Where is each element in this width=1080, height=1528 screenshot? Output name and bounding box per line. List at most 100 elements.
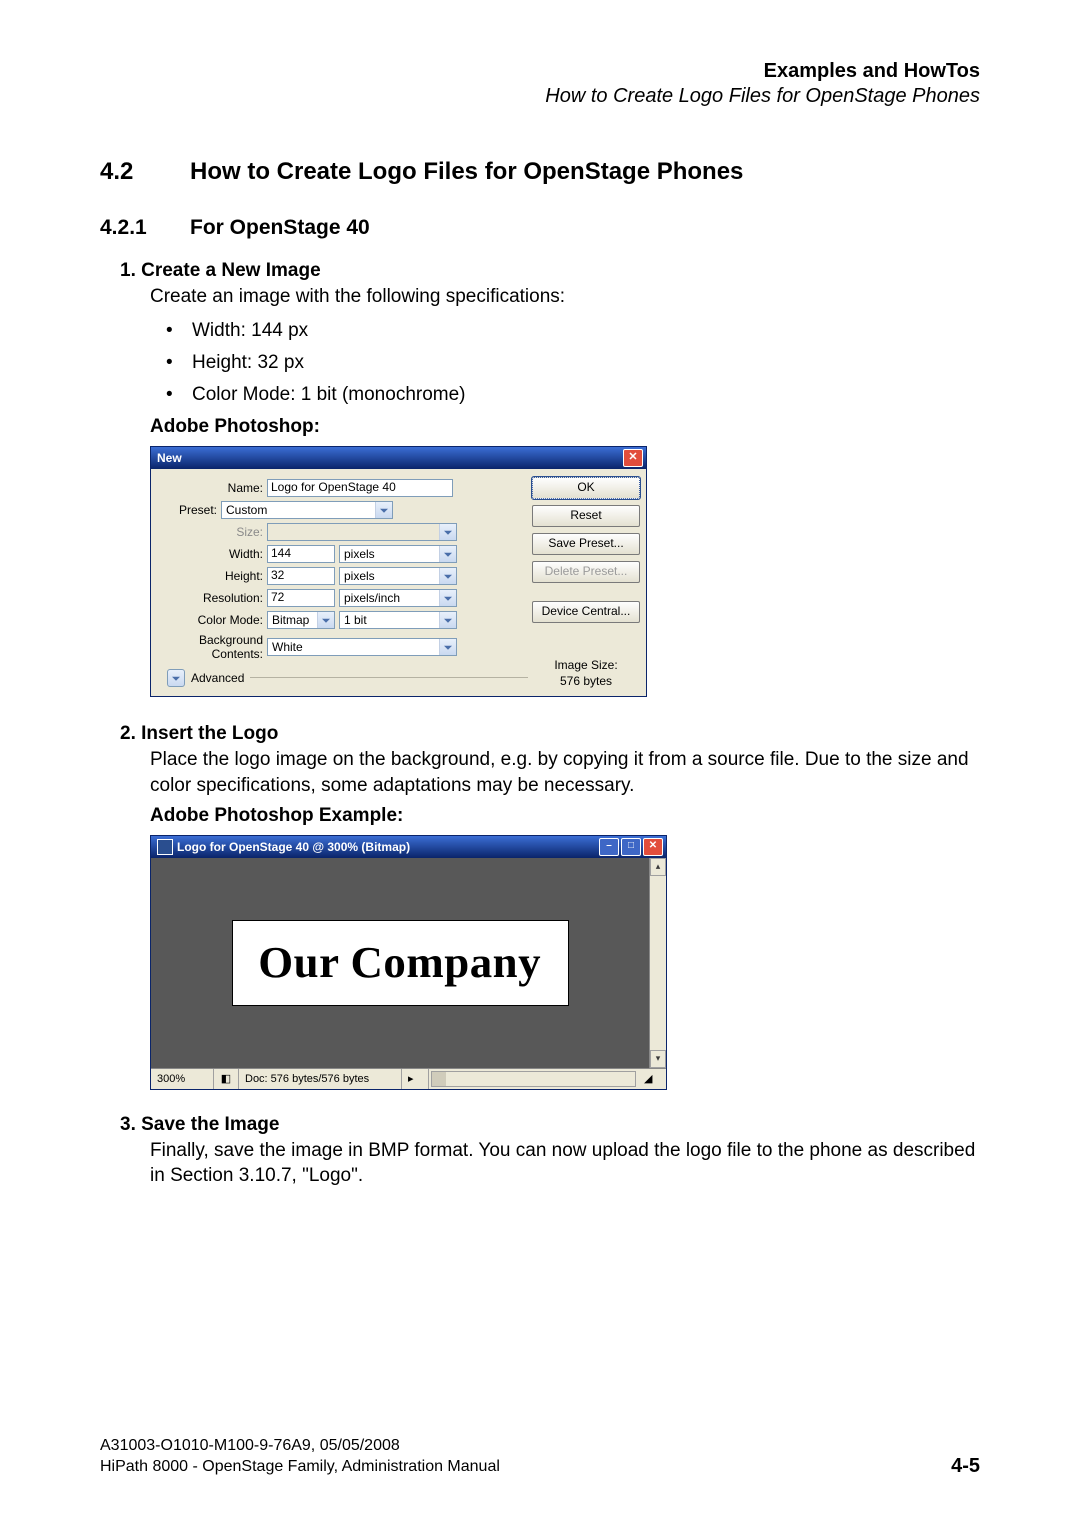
chevron-down-icon bbox=[375, 502, 392, 518]
step-1-sublabel: Adobe Photoshop: bbox=[150, 416, 980, 438]
dialog-title: New bbox=[157, 451, 182, 465]
scrollbar-thumb[interactable] bbox=[432, 1072, 446, 1086]
step-3: 3. Save the Image Finally, save the imag… bbox=[120, 1114, 980, 1189]
close-icon[interactable]: ✕ bbox=[623, 449, 643, 467]
maximize-icon[interactable]: □ bbox=[621, 838, 641, 856]
header-subtitle: How to Create Logo Files for OpenStage P… bbox=[100, 85, 980, 108]
resize-grip-icon[interactable]: ◢ bbox=[638, 1069, 666, 1089]
logo-canvas: Our Company bbox=[233, 921, 568, 1005]
height-unit-value: pixels bbox=[344, 569, 375, 583]
image-size-label: Image Size: bbox=[532, 657, 640, 674]
chevron-down-icon bbox=[317, 612, 334, 628]
app-icon bbox=[157, 839, 173, 855]
step-1-label: 1. Create a New Image bbox=[120, 260, 321, 281]
width-label: Width: bbox=[157, 547, 267, 561]
step-3-body: Finally, save the image in BMP format. Y… bbox=[150, 1138, 980, 1189]
size-select bbox=[267, 523, 457, 541]
vertical-scrollbar[interactable]: ▴ ▾ bbox=[649, 858, 666, 1068]
spec-list: Width: 144 px Height: 32 px Color Mode: … bbox=[120, 320, 980, 406]
scroll-up-icon[interactable]: ▴ bbox=[650, 858, 666, 876]
canvas-titlebar[interactable]: Logo for OpenStage 40 @ 300% (Bitmap) – … bbox=[151, 836, 666, 858]
colordepth-value: 1 bit bbox=[344, 613, 367, 627]
photoshop-canvas-window: Logo for OpenStage 40 @ 300% (Bitmap) – … bbox=[150, 835, 667, 1090]
menu-caret-icon[interactable]: ▸ bbox=[402, 1069, 429, 1089]
info-icon[interactable]: ◧ bbox=[214, 1069, 239, 1089]
subsection-heading: 4.2.1 For OpenStage 40 bbox=[100, 216, 980, 240]
minimize-icon[interactable]: – bbox=[599, 838, 619, 856]
width-unit-select[interactable]: pixels bbox=[339, 545, 457, 563]
delete-preset-button: Delete Preset... bbox=[532, 561, 640, 583]
status-bar: 300% ◧ Doc: 576 bytes/576 bytes ▸ ◢ bbox=[151, 1068, 666, 1089]
resolution-unit-value: pixels/inch bbox=[344, 591, 400, 605]
header-title: Examples and HowTos bbox=[100, 60, 980, 83]
reset-button[interactable]: Reset bbox=[532, 505, 640, 527]
colormode-value: Bitmap bbox=[272, 613, 309, 627]
bgcontents-label: Background Contents: bbox=[157, 633, 267, 661]
close-icon[interactable]: ✕ bbox=[643, 838, 663, 856]
doc-size: Doc: 576 bytes/576 bytes bbox=[239, 1069, 402, 1089]
step-3-label: 3. Save the Image bbox=[120, 1114, 279, 1135]
page: Examples and HowTos How to Create Logo F… bbox=[0, 0, 1080, 1528]
photoshop-new-dialog: New ✕ Name: Logo for OpenStage 40 Preset… bbox=[150, 446, 647, 698]
canvas-background[interactable]: Our Company bbox=[151, 858, 649, 1068]
section-number: 4.2 bbox=[100, 158, 190, 186]
chevron-down-icon bbox=[439, 612, 456, 628]
step-2-sublabel: Adobe Photoshop Example: bbox=[150, 805, 980, 827]
device-central-button[interactable]: Device Central... bbox=[532, 601, 640, 623]
advanced-toggle[interactable]: Advanced bbox=[167, 669, 528, 687]
step-2-body: Place the logo image on the background, … bbox=[150, 747, 980, 798]
chevron-down-icon bbox=[439, 639, 456, 655]
canvas-title: Logo for OpenStage 40 @ 300% (Bitmap) bbox=[177, 840, 410, 854]
resolution-label: Resolution: bbox=[157, 591, 267, 605]
save-preset-button[interactable]: Save Preset... bbox=[532, 533, 640, 555]
advanced-label: Advanced bbox=[191, 671, 244, 685]
page-footer: A31003-O1010-M100-9-76A9, 05/05/2008 HiP… bbox=[100, 1435, 980, 1478]
image-size-info: Image Size: 576 bytes bbox=[532, 657, 640, 691]
image-size-value: 576 bytes bbox=[532, 673, 640, 690]
chevron-down-icon bbox=[439, 546, 456, 562]
size-label: Size: bbox=[157, 525, 267, 539]
footer-line-1: A31003-O1010-M100-9-76A9, 05/05/2008 bbox=[100, 1435, 500, 1457]
preset-value: Custom bbox=[226, 503, 267, 517]
resolution-input[interactable]: 72 bbox=[267, 589, 335, 607]
width-input[interactable]: 144 bbox=[267, 545, 335, 563]
ok-button[interactable]: OK bbox=[532, 477, 640, 499]
horizontal-scrollbar[interactable] bbox=[431, 1071, 636, 1087]
footer-line-2: HiPath 8000 - OpenStage Family, Administ… bbox=[100, 1456, 500, 1478]
chevron-down-icon bbox=[167, 669, 185, 687]
preset-select[interactable]: Custom bbox=[221, 501, 393, 519]
resolution-unit-select[interactable]: pixels/inch bbox=[339, 589, 457, 607]
colormode-select[interactable]: Bitmap bbox=[267, 611, 335, 629]
spec-item: Height: 32 px bbox=[166, 352, 980, 374]
footer-left: A31003-O1010-M100-9-76A9, 05/05/2008 HiP… bbox=[100, 1435, 500, 1478]
scroll-down-icon[interactable]: ▾ bbox=[650, 1050, 666, 1068]
chevron-down-icon bbox=[439, 524, 456, 540]
subsection-title: For OpenStage 40 bbox=[190, 216, 370, 240]
width-unit-value: pixels bbox=[344, 547, 375, 561]
spec-item: Color Mode: 1 bit (monochrome) bbox=[166, 384, 980, 406]
name-label: Name: bbox=[157, 481, 267, 495]
height-input[interactable]: 32 bbox=[267, 567, 335, 585]
colordepth-select[interactable]: 1 bit bbox=[339, 611, 457, 629]
zoom-level[interactable]: 300% bbox=[151, 1069, 214, 1089]
bgcontents-value: White bbox=[272, 640, 303, 654]
step-2: 2. Insert the Logo Place the logo image … bbox=[120, 723, 980, 1089]
spec-item: Width: 144 px bbox=[166, 320, 980, 342]
section-heading: 4.2 How to Create Logo Files for OpenSta… bbox=[100, 158, 980, 186]
running-header: Examples and HowTos How to Create Logo F… bbox=[100, 60, 980, 108]
chevron-down-icon bbox=[439, 568, 456, 584]
divider bbox=[250, 677, 528, 678]
logo-text: Our Company bbox=[259, 937, 542, 988]
height-label: Height: bbox=[157, 569, 267, 583]
step-1: 1. Create a New Image Create an image wi… bbox=[120, 260, 980, 697]
name-input[interactable]: Logo for OpenStage 40 bbox=[267, 479, 453, 497]
step-2-label: 2. Insert the Logo bbox=[120, 723, 278, 744]
page-number: 4-5 bbox=[951, 1455, 980, 1478]
bgcontents-select[interactable]: White bbox=[267, 638, 457, 656]
subsection-number: 4.2.1 bbox=[100, 216, 190, 240]
step-1-intro: Create an image with the following speci… bbox=[150, 284, 980, 310]
dialog-titlebar[interactable]: New ✕ bbox=[151, 447, 646, 469]
section-title: How to Create Logo Files for OpenStage P… bbox=[190, 158, 743, 186]
preset-label: Preset: bbox=[157, 503, 221, 517]
height-unit-select[interactable]: pixels bbox=[339, 567, 457, 585]
